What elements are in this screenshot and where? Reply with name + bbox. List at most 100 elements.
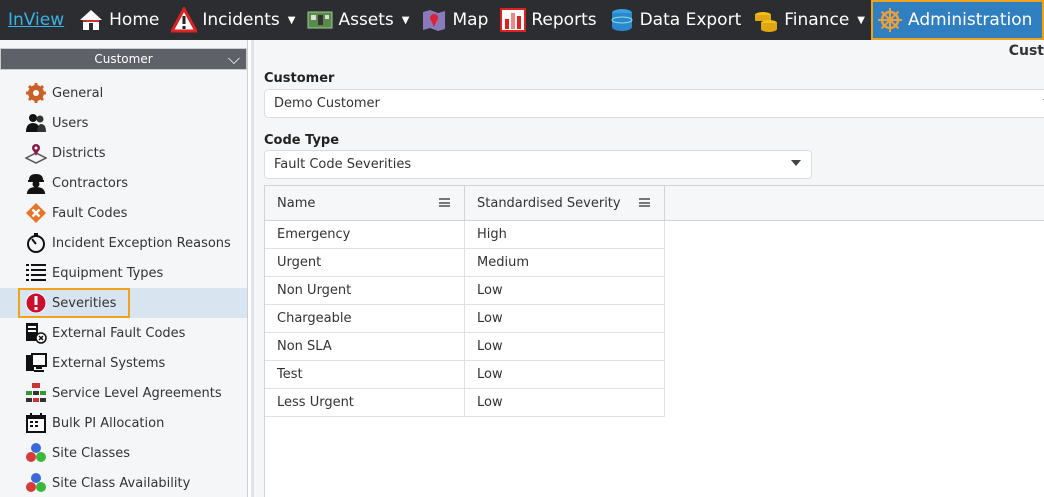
chevron-down-icon[interactable]: ⌵ [228, 49, 240, 69]
cell-severity: Low [465, 333, 665, 360]
sidebar-item-equipment-types[interactable]: Equipment Types [0, 258, 247, 288]
gear-icon [24, 81, 48, 105]
balls-icon [24, 441, 48, 465]
database-icon [609, 7, 635, 33]
sidebar-item-districts[interactable]: Districts [0, 138, 247, 168]
sidebar-item-label: Service Level Agreements [52, 385, 222, 401]
sidebar-item-external-fault-codes[interactable]: External Fault Codes [0, 318, 247, 348]
nav-reports[interactable]: Reports [494, 0, 602, 40]
nav-data-export[interactable]: Data Export [603, 0, 748, 40]
nav-map-label: Map [452, 10, 489, 30]
calendar-icon [24, 411, 48, 435]
sidebar: Customer ⌵ General Users Districts Contr… [0, 40, 248, 497]
table-row[interactable]: Urgent Medium [265, 249, 665, 277]
cell-severity: Low [465, 305, 665, 332]
nav-incidents[interactable]: Incidents ▼ [165, 0, 301, 40]
cell-name: Less Urgent [265, 389, 465, 416]
cell-severity: Medium [465, 249, 665, 276]
column-menu-icon[interactable] [639, 198, 650, 207]
network-icon [24, 381, 48, 405]
list-icon [24, 261, 48, 285]
sidebar-item-label: Site Classes [52, 445, 131, 461]
cell-name: Emergency [265, 221, 465, 248]
chevron-down-icon: ▼ [857, 14, 865, 26]
customer-label: Customer [264, 71, 335, 86]
sidebar-item-label: Site Class Availability [52, 475, 191, 491]
cell-severity: High [465, 221, 665, 248]
table-row[interactable]: Non Urgent Low [265, 277, 665, 305]
sidebar-list: General Users Districts Contractors Faul… [0, 78, 247, 497]
coins-icon [753, 7, 779, 33]
sidebar-item-label: Contractors [52, 175, 128, 191]
cell-name: Urgent [265, 249, 465, 276]
sidebar-header[interactable]: Customer ⌵ [0, 48, 247, 70]
monitor-icon [24, 351, 48, 375]
nav-assets[interactable]: Assets ▼ [301, 0, 415, 40]
chevron-down-icon: ▼ [401, 14, 410, 26]
sidebar-item-label: Bulk PI Allocation [52, 415, 165, 431]
nav-home[interactable]: Home [72, 0, 165, 40]
column-header-name[interactable]: Name [265, 186, 465, 220]
table-row[interactable]: Non SLA Low [265, 333, 665, 361]
table-row[interactable]: Less Urgent Low [265, 389, 665, 417]
nav-administration-label: Administration [908, 10, 1033, 30]
cell-severity: Low [465, 389, 665, 416]
nav-data-export-label: Data Export [639, 10, 742, 30]
cell-name: Test [265, 361, 465, 388]
top-nav: InView Home Incidents ▼ Assets ▼ Map Rep… [0, 0, 1044, 40]
sidebar-item-general[interactable]: General [0, 78, 247, 108]
table-row[interactable]: Emergency High [265, 221, 665, 249]
cell-severity: Low [465, 277, 665, 304]
nav-finance[interactable]: Finance ▼ [747, 0, 871, 40]
chevron-down-icon: ▼ [287, 14, 296, 26]
code-type-label: Code Type [264, 133, 340, 148]
sidebar-item-contractors[interactable]: Contractors [0, 168, 247, 198]
page-title: Cust [1008, 43, 1044, 59]
sidebar-item-label: External Systems [52, 355, 166, 371]
column-header-label: Standardised Severity [477, 195, 621, 211]
nav-administration[interactable]: Administration [871, 0, 1044, 40]
bar-chart-icon [500, 7, 527, 33]
cell-name: Non Urgent [265, 277, 465, 304]
grid-header: Name Standardised Severity [265, 186, 1044, 221]
customer-select-value: Demo Customer [274, 96, 380, 111]
cell-severity: Low [465, 361, 665, 388]
nav-home-label: Home [109, 10, 160, 30]
main-content: Cust Customer Demo Customer Code Type Fa… [254, 40, 1044, 497]
sidebar-header-label: Customer [94, 52, 153, 66]
circuit-board-icon [307, 7, 333, 33]
map-pin-icon [24, 141, 48, 165]
nav-reports-label: Reports [531, 10, 597, 30]
sidebar-item-fault-codes[interactable]: Fault Codes [0, 198, 247, 228]
sidebar-item-site-classes[interactable]: Site Classes [0, 438, 247, 468]
dropdown-arrow-icon [791, 160, 801, 166]
sidebar-item-bulk-pi-allocation[interactable]: Bulk PI Allocation [0, 408, 247, 438]
sidebar-item-site-class-availability[interactable]: Site Class Availability [0, 468, 247, 497]
code-type-select[interactable]: Fault Code Severities [264, 150, 812, 179]
customer-select[interactable]: Demo Customer [264, 89, 1044, 118]
sidebar-item-label: Severities [52, 295, 117, 311]
table-row[interactable]: Chargeable Low [265, 305, 665, 333]
sidebar-item-label: General [52, 85, 104, 101]
sidebar-item-label: External Fault Codes [52, 325, 186, 341]
sidebar-item-incident-exception-reasons[interactable]: Incident Exception Reasons [0, 228, 247, 258]
column-header-standardised-severity[interactable]: Standardised Severity [465, 186, 665, 220]
sidebar-item-severities[interactable]: Severities [0, 288, 247, 318]
stopwatch-icon [24, 231, 48, 255]
sidebar-item-label: Incident Exception Reasons [52, 235, 231, 251]
column-header-label: Name [277, 195, 316, 211]
sidebar-item-label: Fault Codes [52, 205, 128, 221]
brand-link[interactable]: InView [0, 10, 72, 30]
nav-assets-label: Assets [338, 10, 394, 30]
exclamation-icon [24, 291, 48, 315]
column-menu-icon[interactable] [439, 198, 450, 207]
ship-wheel-icon [877, 7, 903, 33]
severity-grid: Name Standardised Severity Emergency Hig… [264, 185, 1044, 497]
sidebar-item-service-level-agreements[interactable]: Service Level Agreements [0, 378, 247, 408]
sidebar-item-label: Equipment Types [52, 265, 164, 281]
code-type-select-value: Fault Code Severities [274, 157, 412, 172]
sidebar-item-users[interactable]: Users [0, 108, 247, 138]
table-row[interactable]: Test Low [265, 361, 665, 389]
nav-map[interactable]: Map [415, 0, 494, 40]
sidebar-item-external-systems[interactable]: External Systems [0, 348, 247, 378]
